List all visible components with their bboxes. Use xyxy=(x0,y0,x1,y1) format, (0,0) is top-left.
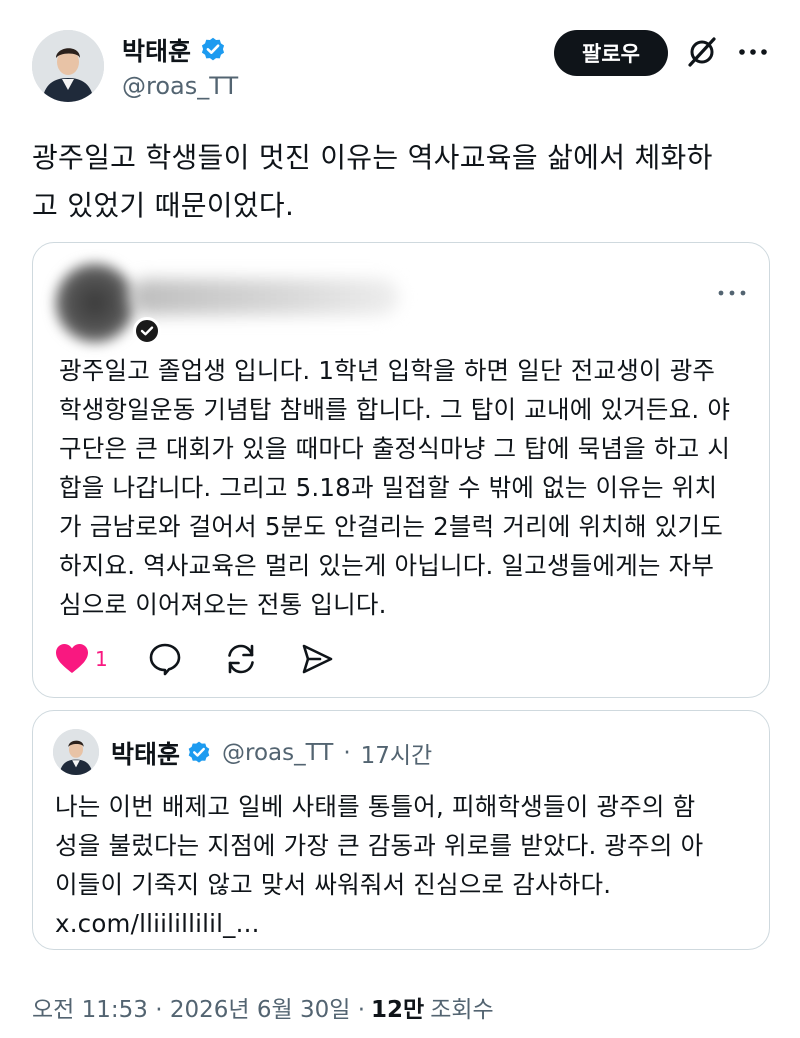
share-button[interactable] xyxy=(298,640,336,678)
follow-button[interactable]: 팔로우 xyxy=(554,30,668,76)
like-button[interactable]: 1 xyxy=(53,640,108,678)
verified-badge-icon xyxy=(133,317,161,345)
tweet-body: 광주일고 학생들이 멋진 이유는 역사교육을 삶에서 체화하 고 있었기 때문이… xyxy=(32,134,772,230)
hidden-author-name xyxy=(129,279,399,315)
retweet-button[interactable] xyxy=(222,640,260,678)
quoted-author-avatar[interactable] xyxy=(53,729,99,775)
comment-bubble-icon xyxy=(149,643,181,676)
hidden-avatar xyxy=(55,263,135,343)
quoted-tweet-time[interactable]: 17시간 xyxy=(361,736,433,770)
reply-actions: 1 xyxy=(53,639,374,679)
quoted-author-name[interactable]: 박태훈 xyxy=(111,735,180,771)
more-horizontal-icon[interactable] xyxy=(715,281,749,305)
separator-dot: · xyxy=(343,740,351,766)
tweet-timestamp[interactable]: 오전 11:53 · 2026년 6월 30일 · xyxy=(32,990,365,1024)
reply-line: 하지요. 역사교육은 멀리 있는게 아닙니다. 일고생들에게는 자부 xyxy=(59,551,715,580)
quoted-reply-card[interactable]: 광주일고 졸업생 입니다. 1학년 입학을 하면 일단 전교생이 광주 학생항일… xyxy=(32,242,770,698)
reply-line: 심으로 이어져오는 전통 입니다. xyxy=(59,590,387,619)
reply-line: 구단은 큰 대회가 있을 때마다 출정식마냥 그 탑에 묵념을 하고 시 xyxy=(59,434,731,463)
send-icon xyxy=(302,644,333,674)
views-label: 조회수 xyxy=(430,997,494,1023)
more-horizontal-icon[interactable] xyxy=(736,38,770,66)
verified-badge-icon xyxy=(201,37,225,61)
reply-button[interactable] xyxy=(146,640,184,678)
quoted-tweet-link[interactable]: x.com/lliilillilil_... xyxy=(55,904,755,943)
quoted-tweet-line: 성을 불렀다는 지점에 가장 큰 감동과 위로를 받았다. 광주의 아 xyxy=(55,831,704,860)
author-name-row[interactable]: 박태훈 xyxy=(122,32,227,68)
tweet-line: 광주일고 학생들이 멋진 이유는 역사교육을 삶에서 체화하 xyxy=(32,141,713,174)
quoted-tweet-header: 박태훈 @roas_TT · 17시간 xyxy=(111,735,432,771)
author-avatar[interactable] xyxy=(32,30,104,102)
reply-line: 합을 나갑니다. 그리고 5.18과 밀접할 수 밖에 없는 이유는 위치 xyxy=(59,473,718,502)
grok-slash-icon[interactable] xyxy=(684,34,720,70)
quoted-author-handle[interactable]: @roas_TT xyxy=(222,740,333,766)
reply-line: 가 금남로와 걸어서 5분도 안걸리는 2블럭 거리에 위치해 있기도 xyxy=(59,512,723,541)
quoted-tweet-body: 나는 이번 배제고 일베 사태를 통틀어, 피해학생들이 광주의 함 성을 불렀… xyxy=(55,787,755,943)
reply-line: 학생항일운동 기념탑 참배를 합니다. 그 탑이 교내에 있거든요. 야 xyxy=(59,395,731,424)
reply-body: 광주일고 졸업생 입니다. 1학년 입학을 하면 일단 전교생이 광주 학생항일… xyxy=(59,351,759,624)
quoted-tweet-card[interactable]: 박태훈 @roas_TT · 17시간 나는 이번 배제고 일베 사태를 통틀어… xyxy=(32,710,770,950)
refresh-icon xyxy=(227,644,254,674)
quoted-tweet-line: 나는 이번 배제고 일베 사태를 통틀어, 피해학생들이 광주의 함 xyxy=(55,792,696,821)
tweet-line: 고 있었기 때문이었다. xyxy=(32,189,295,222)
views-count: 12만 xyxy=(371,997,425,1023)
reply-line: 광주일고 졸업생 입니다. 1학년 입학을 하면 일단 전교생이 광주 xyxy=(59,356,716,385)
tweet-meta: 오전 11:53 · 2026년 6월 30일 · 12만 조회수 xyxy=(32,990,494,1024)
quoted-tweet-line: 이들이 기죽지 않고 맞서 싸워줘서 진심으로 감사하다. xyxy=(55,870,612,899)
author-name[interactable]: 박태훈 xyxy=(122,32,191,68)
tweet-header: 박태훈 @roas_TT 팔로우 xyxy=(0,0,800,120)
heart-icon xyxy=(56,644,88,673)
author-handle[interactable]: @roas_TT xyxy=(122,72,238,100)
verified-badge-icon xyxy=(188,741,210,763)
like-count: 1 xyxy=(95,647,108,671)
